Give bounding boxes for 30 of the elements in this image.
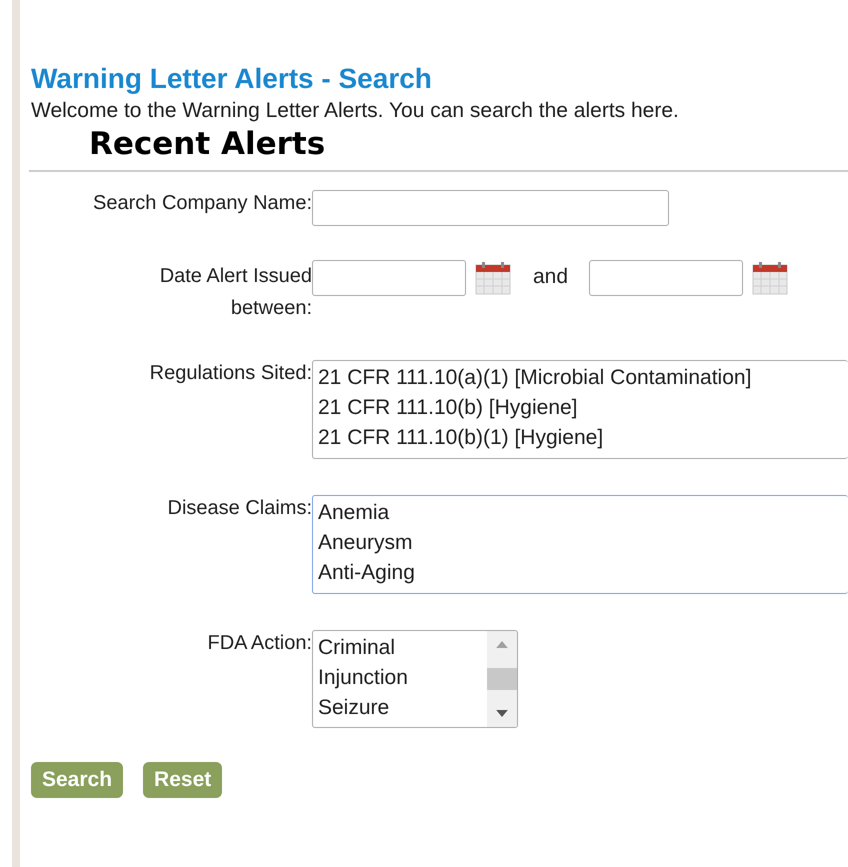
list-option[interactable]: Injunction xyxy=(318,663,482,693)
field-label: Disease Claims: xyxy=(166,496,312,521)
list-option[interactable]: Criminal xyxy=(318,633,482,663)
list-option[interactable]: Seizure xyxy=(318,693,482,723)
intro-text: Welcome to the Warning Letter Alerts. You can search the alerts here. xyxy=(31,98,680,124)
field-label: FDA Action: xyxy=(206,631,312,656)
calendar-icon[interactable] xyxy=(752,261,788,295)
list-option[interactable]: 21 CFR 111.10(b)(1) [Hygiene] xyxy=(318,423,843,453)
list-option[interactable]: Anemia xyxy=(318,498,843,528)
list-option[interactable]: 21 CFR 111.10(a)(1) [Microbial Contamination] xyxy=(318,363,843,393)
list-box[interactable]: Anemia Aneurysm Anti-Aging xyxy=(312,495,848,594)
list-option[interactable]: Aneurysm xyxy=(318,528,843,558)
date-field[interactable] xyxy=(589,260,744,296)
scrollbar-thumb[interactable] xyxy=(487,668,517,690)
field-label: Regulations Sited: xyxy=(148,361,312,386)
field-label: Search Company Name: xyxy=(92,191,312,216)
list-option[interactable]: Anti-Aging xyxy=(318,558,843,588)
list-option[interactable]: 21 CFR 111.10(b) [Hygiene] xyxy=(318,393,843,423)
company-name-field[interactable] xyxy=(312,190,669,226)
calendar-icon[interactable] xyxy=(475,261,511,295)
date-field[interactable] xyxy=(312,260,466,296)
scroll-up-icon[interactable] xyxy=(496,641,508,648)
and-text: and xyxy=(533,265,568,289)
page-title: Warning Letter Alerts - Search xyxy=(31,62,433,96)
list-box[interactable]: Criminal Injunction Seizure xyxy=(312,630,518,728)
scrollbar[interactable] xyxy=(487,631,517,727)
field-label: Date Alert Issued between: xyxy=(158,264,312,321)
section-heading: Recent Alerts xyxy=(89,125,326,164)
scroll-down-icon[interactable] xyxy=(496,710,508,717)
list-box[interactable]: 21 CFR 111.10(a)(1) [Microbial Contamination] 21 CFR 111.10(b) [Hygiene] 21 CFR 111.10(b)(1) [Hygiene] xyxy=(312,360,848,459)
